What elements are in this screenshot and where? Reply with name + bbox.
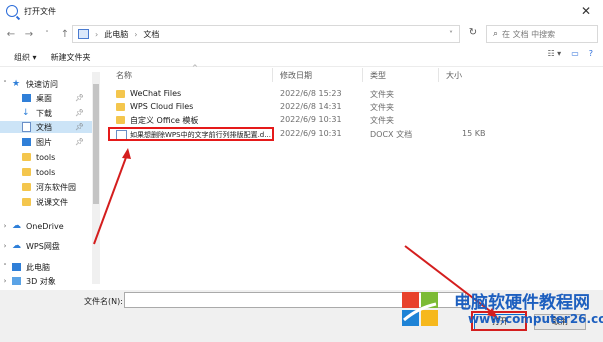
watermark-text: 电脑软硬件教程网: [454, 293, 590, 313]
watermark-url: www.computer26.com: [468, 312, 603, 326]
windows-logo-icon: [402, 292, 438, 326]
watermark: 电脑软硬件教程网 www.computer26.com: [398, 286, 603, 340]
arrow-to-file: [93, 151, 129, 245]
arrow-head: [122, 148, 131, 159]
